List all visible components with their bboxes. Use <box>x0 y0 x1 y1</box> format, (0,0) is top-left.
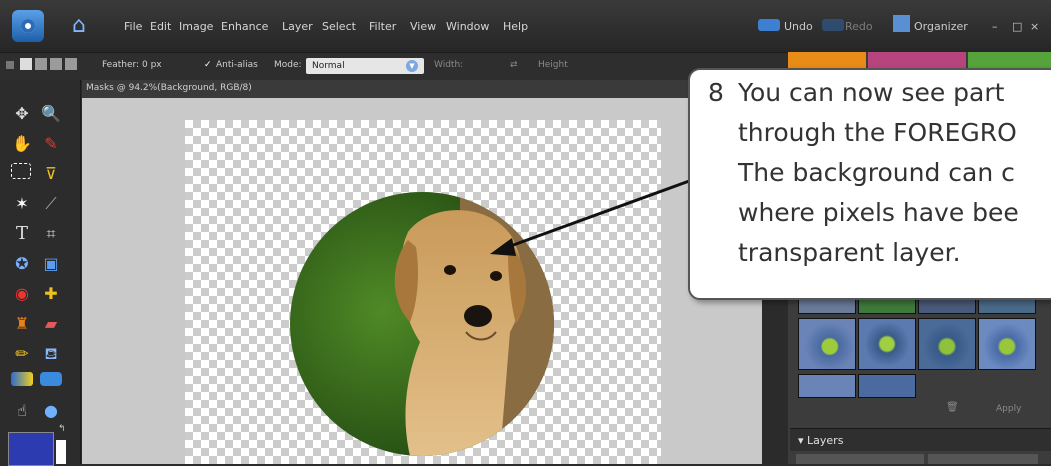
callout-line: where pixels have bee <box>738 198 1019 227</box>
callout-line: You can now see part <box>738 78 1005 107</box>
callout-line: through the FOREGRO <box>738 118 1017 147</box>
callout-line: The background can c <box>738 158 1015 187</box>
callout-line: transparent layer. <box>738 238 961 267</box>
callout-step-number: 8 <box>708 78 724 107</box>
instruction-callout: 8 You can now see part through the FOREG… <box>688 68 1051 300</box>
